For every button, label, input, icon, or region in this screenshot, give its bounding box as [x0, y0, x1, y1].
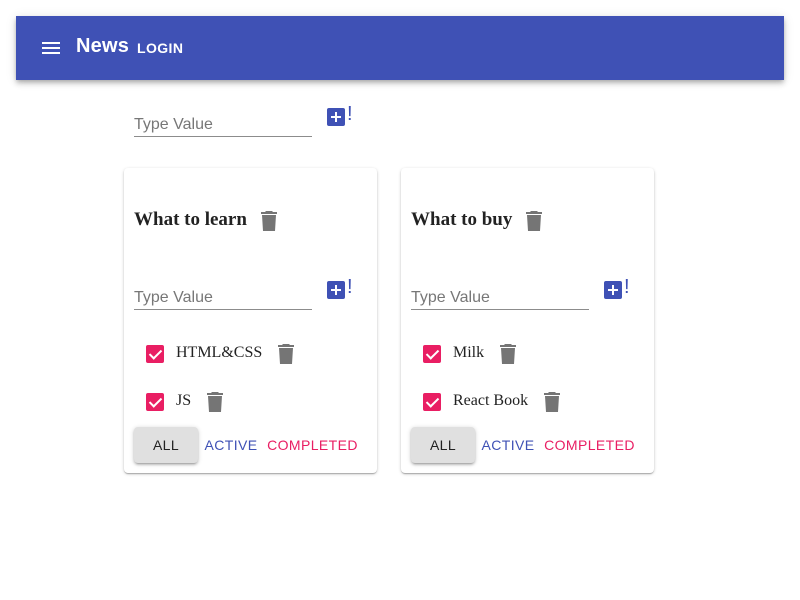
task-checkbox[interactable] — [423, 345, 441, 363]
todolist-card-learn: What to learn ! HTML&CSS JS ALL ACTIVE C… — [124, 168, 377, 473]
login-button[interactable]: LOGIN — [137, 40, 183, 56]
filter-all-button[interactable]: ALL — [411, 427, 475, 463]
filter-all-button[interactable]: ALL — [134, 427, 198, 463]
add-task-button[interactable]: ! — [604, 275, 630, 299]
delete-task-trash-icon[interactable] — [500, 344, 516, 364]
task-input-field[interactable] — [134, 280, 312, 310]
delete-list-trash-icon[interactable] — [526, 211, 542, 231]
add-suffix: ! — [347, 103, 353, 125]
task-input[interactable] — [411, 280, 589, 309]
task-checkbox[interactable] — [423, 393, 441, 411]
todolist-card-buy: What to buy ! Milk React Book ALL ACTIVE… — [401, 168, 654, 473]
task-input[interactable] — [134, 280, 312, 309]
add-list-button[interactable]: ! — [327, 102, 353, 126]
task-input-field[interactable] — [411, 280, 589, 310]
new-list-field[interactable] — [134, 107, 312, 137]
task-checkbox[interactable] — [146, 393, 164, 411]
app-title: News — [76, 35, 130, 57]
filter-completed-button[interactable]: COMPLETED — [541, 427, 638, 463]
task-label: JS — [176, 392, 192, 409]
task-label: React Book — [453, 392, 529, 409]
list-title: What to learn — [134, 209, 247, 230]
delete-list-trash-icon[interactable] — [261, 211, 277, 231]
add-suffix: ! — [347, 276, 353, 298]
app-bar: News LOGIN — [16, 16, 784, 80]
delete-task-trash-icon[interactable] — [207, 392, 223, 412]
delete-task-trash-icon[interactable] — [278, 344, 294, 364]
add-box-icon — [327, 108, 345, 126]
add-task-button[interactable]: ! — [327, 275, 353, 299]
filter-active-button[interactable]: ACTIVE — [477, 427, 539, 463]
list-title: What to buy — [411, 209, 513, 230]
filter-active-button[interactable]: ACTIVE — [200, 427, 262, 463]
delete-task-trash-icon[interactable] — [544, 392, 560, 412]
task-label: HTML&CSS — [176, 344, 263, 361]
menu-icon[interactable] — [40, 38, 62, 58]
task-checkbox[interactable] — [146, 345, 164, 363]
add-suffix: ! — [624, 276, 630, 298]
filter-completed-button[interactable]: COMPLETED — [264, 427, 361, 463]
new-list-input[interactable] — [134, 107, 312, 136]
task-label: Milk — [453, 344, 485, 361]
add-box-icon — [604, 281, 622, 299]
add-box-icon — [327, 281, 345, 299]
